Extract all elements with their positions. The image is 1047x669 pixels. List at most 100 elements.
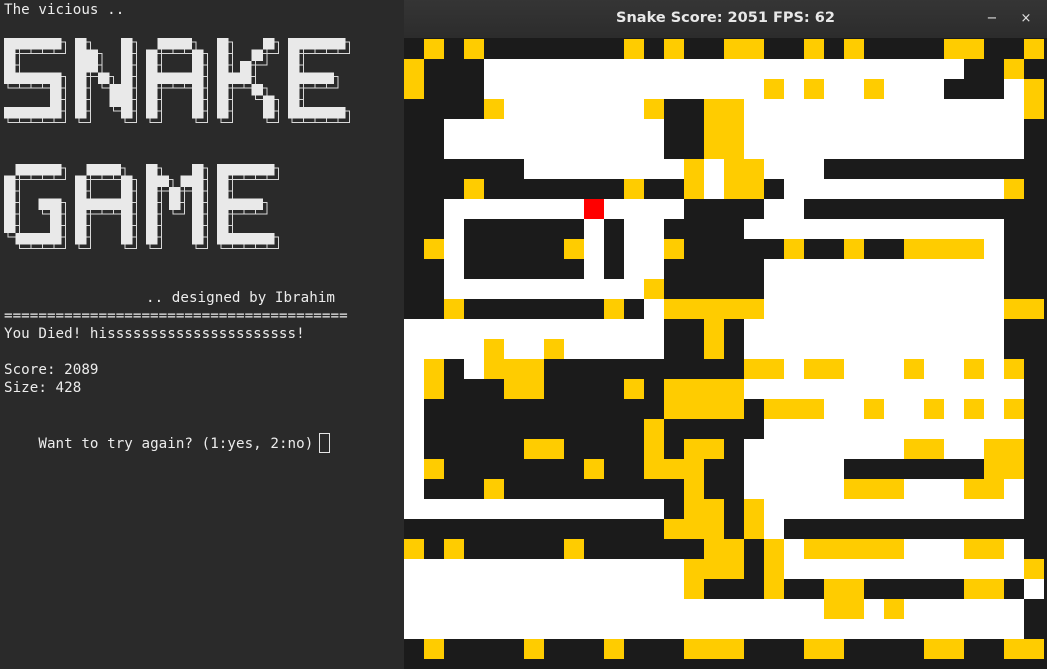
game-board[interactable] [404,38,1047,669]
food-cell [584,459,604,479]
snake-segment [984,239,1004,379]
food-cell [424,39,444,59]
food-cell [924,639,964,659]
food-cell [844,39,864,59]
terminal-cursor[interactable] [319,433,331,453]
designer-credit: .. designed by Ibrahim [146,290,336,306]
snake-segment [404,579,684,639]
food-cell [904,239,984,259]
snake-segment [464,339,484,379]
snake-segment [744,219,1004,239]
snake-segment [404,319,664,359]
snake-head-cell [584,199,604,219]
food-cell [724,539,744,579]
food-cell [664,299,764,319]
snake-segment [424,499,664,519]
food-cell [804,39,824,59]
snake-segment [624,219,644,299]
food-cell [1004,59,1024,79]
food-cell [964,359,984,379]
food-cell [644,419,664,479]
snake-segment [504,99,644,119]
food-cell [844,599,864,619]
food-cell [904,439,944,459]
size-readout: Size: 428 [4,380,82,396]
food-cell [484,99,504,119]
food-cell [484,339,504,379]
food-cell [704,119,744,159]
food-cell [624,39,644,59]
food-cell [804,359,844,379]
close-button[interactable]: × [1015,8,1037,30]
food-cell [924,399,944,419]
food-cell [984,439,1024,479]
food-cell [664,459,704,479]
banner-snake [4,38,350,123]
food-cell [564,539,584,559]
snake-segment [444,219,464,299]
minimize-icon: − [986,11,998,26]
snake-segment [404,559,684,579]
intro-text: The vicious .. [4,2,125,18]
food-cell [944,39,984,59]
food-cell [704,319,724,359]
score-readout: Score: 2089 [4,362,99,378]
food-cell [484,479,504,499]
food-cell [764,399,824,419]
food-cell [684,159,704,199]
food-cell [884,599,904,619]
food-cell [964,479,1004,499]
snake-segment [584,219,604,279]
close-icon: × [1020,11,1032,26]
food-cell [904,359,924,379]
title-bar[interactable]: Snake Score: 2051 FPS: 62 − × [404,0,1047,39]
food-cell [464,179,484,199]
window-title: Snake Score: 2051 FPS: 62 [616,10,835,26]
separator-line: ======================================== [4,308,348,324]
snake-segment [784,179,1024,199]
food-cell [764,539,784,559]
retry-prompt-line: Want to try again? (1:yes, 2:no) [4,416,331,470]
snake-segment [484,59,964,79]
food-cell [424,459,444,479]
retry-prompt: Want to try again? (1:yes, 2:no) [38,436,314,452]
banner-game [4,164,279,249]
food-cell [724,159,764,199]
food-cell [684,639,744,659]
food-cell [684,559,704,599]
food-cell [964,579,1004,599]
snake-segment [844,299,984,319]
food-cell [424,239,444,259]
food-cell [424,359,444,399]
food-cell [864,399,884,419]
food-cell [764,79,784,99]
food-cell [404,539,424,559]
terminal-window: The vicious .. .. designed by Ibrahim ==… [0,0,404,669]
food-cell [1024,79,1044,119]
food-cell [684,479,704,519]
snake-segment [644,199,664,319]
food-cell [784,239,804,259]
food-cell [704,499,724,579]
snake-segment [444,119,644,159]
food-cell [804,79,824,99]
food-cell [624,379,644,399]
food-cell [664,519,704,539]
food-cell [1004,299,1044,319]
snake-segment [784,459,844,479]
food-cell [464,39,484,59]
food-cell [804,539,904,559]
snake-game-window: Snake Score: 2051 FPS: 62 − × [404,0,1047,669]
food-cell [444,299,464,319]
food-cell [744,499,764,539]
food-cell [1024,559,1044,579]
food-cell [664,39,684,59]
death-message: You Died! hissssssssssssssssssssss! [4,326,305,342]
food-cell [664,239,684,259]
snake-segment [764,199,804,219]
minimize-button[interactable]: − [981,8,1003,30]
food-cell [844,239,864,259]
food-cell [864,79,884,99]
food-cell [424,639,444,659]
food-cell [744,359,784,379]
